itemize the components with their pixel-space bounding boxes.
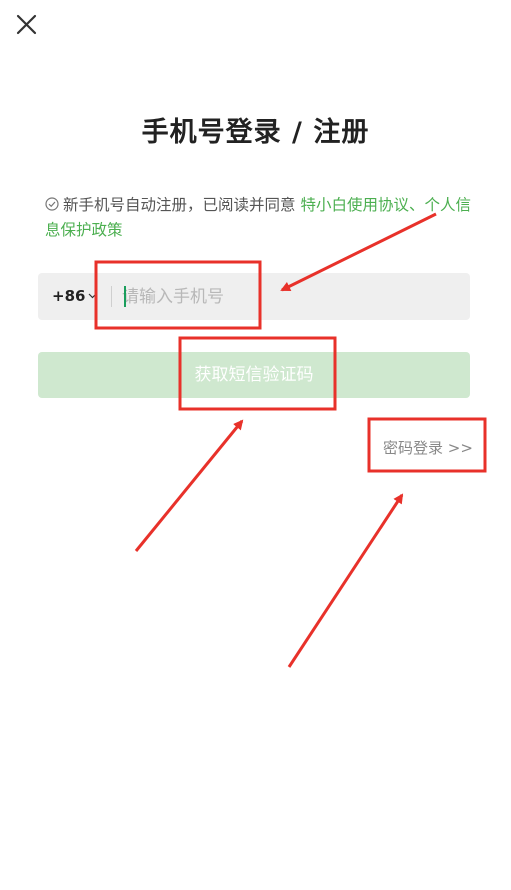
annotation-arrow-3 (287, 493, 404, 668)
divider (111, 286, 112, 307)
annotation-arrow-2 (134, 419, 244, 552)
agreement-separator: 、 (408, 196, 425, 214)
country-code-selector[interactable]: +86 (52, 273, 97, 320)
check-circle-icon[interactable] (45, 197, 59, 211)
get-sms-code-button[interactable]: 获取短信验证码 (38, 352, 470, 398)
phone-input-row: +86 (38, 273, 470, 320)
chevron-down-icon (89, 293, 97, 299)
text-caret (124, 286, 126, 307)
close-icon (16, 14, 37, 35)
password-login-link[interactable]: 密码登录 >> (383, 437, 473, 458)
close-button[interactable] (14, 12, 40, 38)
page-title: 手机号登录 / 注册 (141, 117, 370, 148)
country-code-label: +86 (52, 287, 86, 305)
agreement-prefix: 新手机号自动注册，已阅读并同意 (63, 196, 301, 214)
user-agreement-link[interactable]: 特小白使用协议 (300, 196, 409, 214)
agreement-text: 新手机号自动注册，已阅读并同意 特小白使用协议、个人信息保护政策 (45, 193, 475, 243)
phone-number-input[interactable] (122, 273, 452, 320)
